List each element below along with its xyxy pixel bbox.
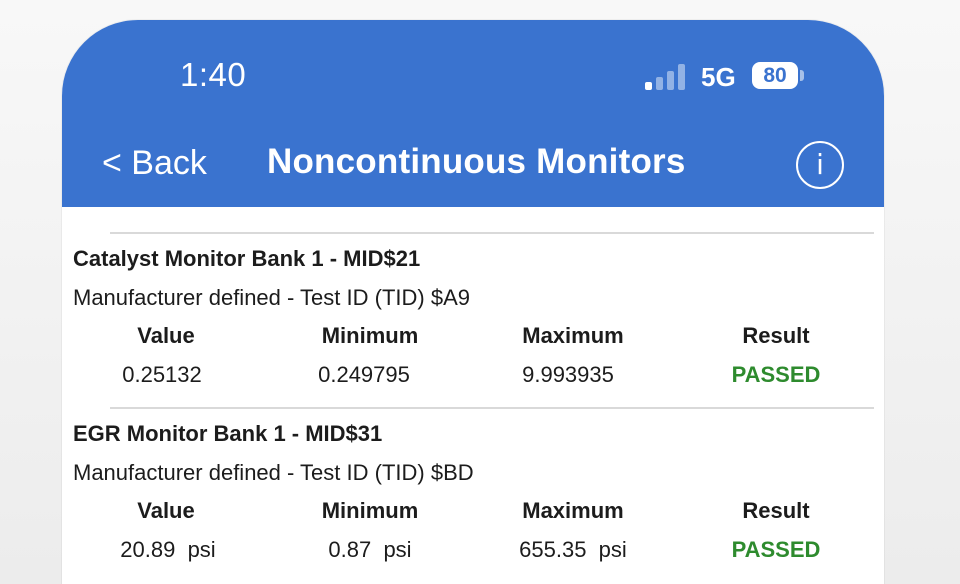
minimum-cell: 0.87 psi [328,537,412,562]
value-cell: 0.25132 [122,362,202,387]
result-status: PASSED [731,537,821,562]
column-header-minimum: Minimum [321,323,419,348]
info-icon[interactable]: i [796,141,844,189]
row-divider [110,232,874,234]
column-header-result: Result [742,498,810,523]
status-time: 1:40 [180,56,247,93]
phone-screen: 1:40 5G 80 < Back Noncontinuous Monitors… [62,20,884,584]
column-header-maximum: Maximum [522,323,624,348]
column-header-minimum: Minimum [321,498,419,523]
value-cell: 20.89 psi [120,537,216,562]
cellular-signal-icon [645,64,689,90]
navigation-header: 1:40 5G 80 < Back Noncontinuous Monitors… [62,20,884,207]
monitor-title: Catalyst Monitor Bank 1 - MID$21 [73,246,421,271]
maximum-cell: 9.993935 [522,362,614,387]
back-button[interactable]: < Back [102,144,207,183]
monitor-subtitle: Manufacturer defined - Test ID (TID) $BD [73,460,474,485]
column-header-value: Value [137,498,195,523]
column-header-value: Value [137,323,195,348]
battery-tip [800,70,804,81]
page-title: Noncontinuous Monitors [267,142,686,181]
network-type: 5G [701,62,736,92]
result-status: PASSED [731,362,821,387]
battery-icon: 80 [752,62,798,89]
row-divider [110,407,874,409]
column-header-result: Result [742,323,810,348]
column-header-maximum: Maximum [522,498,624,523]
monitor-title: EGR Monitor Bank 1 - MID$31 [73,421,383,446]
monitor-subtitle: Manufacturer defined - Test ID (TID) $A9 [73,285,470,310]
maximum-cell: 655.35 psi [519,537,627,562]
minimum-cell: 0.249795 [318,362,410,387]
